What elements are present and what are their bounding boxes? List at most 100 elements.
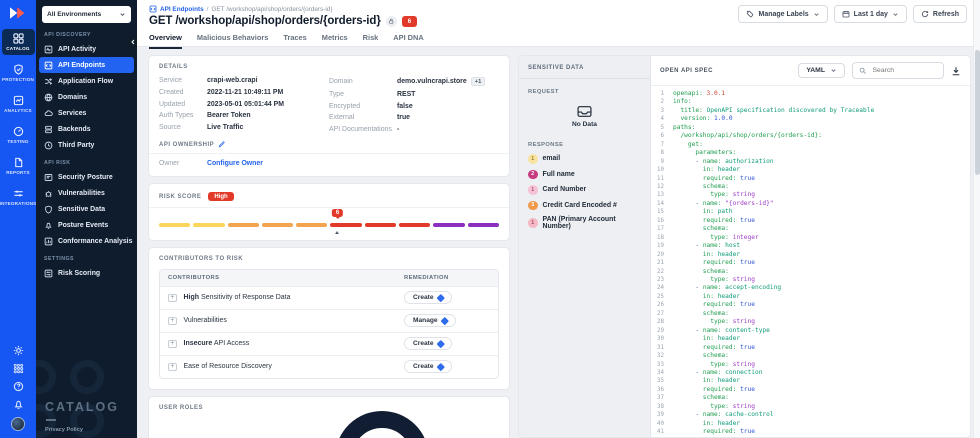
manage-labels-button[interactable]: Manage Labels — [738, 5, 827, 23]
rail-item-analytics[interactable]: ANALYTICS — [2, 91, 35, 117]
sidebar-item-conformance-analysis[interactable]: Conformance Analysis — [36, 233, 137, 249]
request-label: REQUEST — [528, 89, 641, 95]
code-line: 23 type: string — [651, 276, 970, 284]
sensitive-data-item[interactable]: 2 Full name — [528, 170, 641, 180]
sidebar-item-risk-scoring[interactable]: Risk Scoring — [36, 265, 137, 281]
sidebar-section: SETTINGS Risk Scoring — [36, 249, 137, 281]
environment-selector[interactable]: All Environments — [42, 6, 131, 23]
remediation-create-button[interactable]: Create — [404, 360, 452, 373]
user-roles-card: USER ROLES Total 35 — [148, 396, 510, 438]
spec-search-input[interactable] — [871, 66, 938, 75]
grid-icon — [13, 33, 24, 44]
api-ownership-heading: API OWNERSHIP — [149, 133, 509, 148]
response-label: RESPONSE — [528, 142, 641, 148]
expand-row-icon[interactable]: + — [168, 317, 177, 326]
rail-bottom — [11, 345, 25, 438]
sidebar-item-backends[interactable]: Backends — [36, 121, 137, 137]
sidebar-item-third-party[interactable]: Third Party — [36, 137, 137, 153]
bug-icon — [44, 189, 53, 198]
data-type-badge: 1 — [528, 185, 538, 195]
remediation-create-button[interactable]: Create — [404, 337, 452, 350]
openapi-header: OPEN API SPEC YAML — [651, 56, 970, 86]
sidebar-item-api-activity[interactable]: API Activity — [36, 41, 137, 57]
code-line: 20 in: header — [651, 251, 970, 259]
format-select[interactable]: YAML — [798, 63, 845, 78]
sensitive-data-item[interactable]: 1 Card Number — [528, 185, 641, 195]
page-scrollbar[interactable] — [973, 0, 980, 438]
sidebar-item-services[interactable]: Services — [36, 105, 137, 121]
contributors-card: CONTRIBUTORS TO RISK CONTRIBUTORS REMEDI… — [148, 247, 510, 390]
code-line: 29 - name: content-type — [651, 327, 970, 335]
backends-icon — [44, 125, 53, 134]
contributor-row: + High Sensitivity of Response Data Crea… — [160, 286, 498, 309]
sidebar-section: API DISCOVERY API Activity API Endpoints… — [36, 25, 137, 153]
risk-gauge-caret — [335, 231, 339, 234]
code-line: 16 required: true — [651, 217, 970, 225]
tab-traces[interactable]: Traces — [283, 33, 306, 49]
sidebar-item-sensitive-data[interactable]: Sensitive Data — [36, 201, 137, 217]
gear-icon[interactable] — [13, 345, 24, 356]
remediation-manage-button[interactable]: Manage — [404, 314, 456, 327]
code-line: 31 required: true — [651, 344, 970, 352]
breadcrumb-root[interactable]: API Endpoints — [160, 6, 204, 13]
apps-icon[interactable] — [13, 363, 24, 374]
gauge-segment — [365, 223, 396, 227]
expand-row-icon[interactable]: + — [168, 294, 177, 303]
rail-item-reports[interactable]: REPORTS — [2, 153, 35, 179]
data-type-badge: 2 — [528, 170, 538, 180]
tab-malicious-behaviors[interactable]: Malicious Behaviors — [197, 33, 268, 49]
rail-item-protection[interactable]: PROTECTION — [2, 60, 35, 86]
bell-icon[interactable] — [13, 399, 24, 410]
expand-row-icon[interactable]: + — [168, 363, 177, 372]
gauge-segment — [159, 223, 190, 227]
sidebar-item-application-flow[interactable]: Application Flow — [36, 73, 137, 89]
code-line: 40 in: header — [651, 420, 970, 428]
remediation-create-button[interactable]: Create — [404, 291, 452, 304]
sensitive-data-item[interactable]: 1 PAN (Primary Account Number) — [528, 216, 641, 230]
refresh-button[interactable]: Refresh — [913, 5, 967, 23]
sidebar-section-title: SETTINGS — [36, 249, 137, 265]
openapi-spec-panel: OPEN API SPEC YAML — [651, 56, 970, 437]
domain-more-badge[interactable]: +1 — [471, 77, 486, 86]
sidebar-item-security-posture[interactable]: Security Posture — [36, 169, 137, 185]
code-line: 35 in: header — [651, 377, 970, 385]
download-icon[interactable] — [951, 66, 961, 76]
environment-selector-value: All Environments — [47, 11, 101, 18]
sidebar-item-vulnerabilities[interactable]: Vulnerabilities — [36, 185, 137, 201]
tab-metrics[interactable]: Metrics — [322, 33, 348, 49]
scrollbar-thumb[interactable] — [975, 50, 980, 175]
sidebar-item-domains[interactable]: Domains — [36, 89, 137, 105]
code-line: 3 title: OpenAPI specification discovere… — [651, 107, 970, 115]
spec-code-viewer[interactable]: 1 openapi: 3.0.1 2 info: 3 title: OpenAP… — [651, 86, 970, 437]
tab-overview[interactable]: Overview — [149, 33, 182, 49]
help-icon[interactable] — [13, 381, 24, 392]
privacy-policy-link[interactable]: Privacy Policy — [45, 427, 83, 433]
breadcrumb-separator: / — [207, 6, 209, 13]
sidebar-collapse-button[interactable] — [128, 34, 137, 50]
expand-row-icon[interactable]: + — [168, 340, 177, 349]
sidebar-sections: API DISCOVERY API Activity API Endpoints… — [36, 25, 137, 281]
rail-item-catalog[interactable]: CATALOG — [2, 29, 35, 55]
time-range-button[interactable]: Last 1 day — [834, 5, 907, 23]
data-type-badge: 1 — [528, 154, 538, 164]
scoring-icon — [44, 269, 53, 278]
sensitive-data-item[interactable]: 3 Credit Card Encoded # — [528, 201, 641, 211]
risk-level-badge: High — [208, 192, 233, 201]
tab-api-dna[interactable]: API DNA — [393, 33, 423, 49]
code-line: 38 type: string — [651, 403, 970, 411]
code-line: 14 - name: "{orders-id}" — [651, 200, 970, 208]
sidebar-item-api-endpoints[interactable]: API Endpoints — [39, 57, 134, 73]
auth-lock-chip[interactable] — [386, 16, 397, 27]
edit-pencil-icon[interactable] — [218, 141, 225, 148]
sensitive-data-item[interactable]: 1 email — [528, 154, 641, 164]
rail-item-integrations[interactable]: INTEGRATIONS — [2, 184, 35, 210]
endpoints-icon — [44, 61, 53, 70]
rail-item-testing[interactable]: TESTING — [2, 122, 35, 148]
sidebar-item-posture-events[interactable]: Posture Events — [36, 217, 137, 233]
configure-owner-link[interactable]: Configure Owner — [207, 160, 263, 167]
user-avatar[interactable] — [11, 417, 25, 431]
tab-risk[interactable]: Risk — [363, 33, 379, 49]
no-data-text: No Data — [572, 121, 597, 128]
risk-score-badge[interactable]: 6 — [402, 16, 417, 27]
traceable-logo-icon[interactable] — [8, 5, 28, 21]
